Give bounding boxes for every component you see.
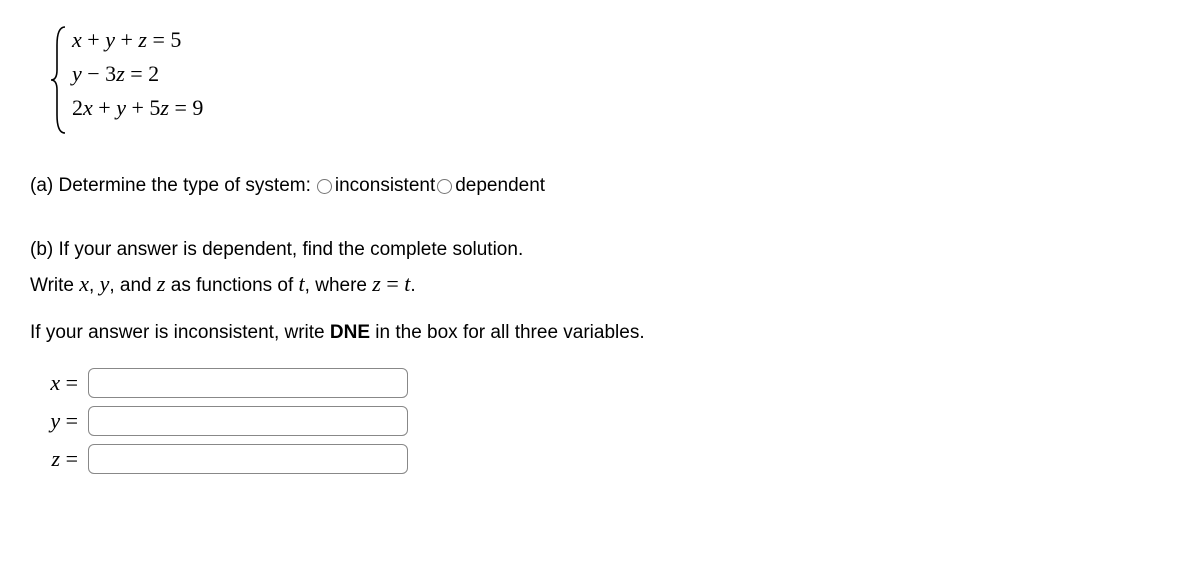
equation-3: 2x + y + 5z = 9 xyxy=(72,95,203,121)
equation-list: x + y + z = 5 y − 3z = 2 2x + y + 5z = 9 xyxy=(68,25,203,135)
inconsistent-note: If your answer is inconsistent, write DN… xyxy=(30,320,1170,346)
radio-inconsistent-label: inconsistent xyxy=(335,175,435,197)
part-b-line3: If your answer is inconsistent, write DN… xyxy=(30,320,1170,346)
radio-dependent[interactable]: dependent xyxy=(437,175,545,197)
part-b-line2: Write x, y, and z as functions of t, whe… xyxy=(30,269,1170,299)
part-a: (a) Determine the type of system: incons… xyxy=(30,175,1170,197)
equation-system: x + y + z = 5 y − 3z = 2 2x + y + 5z = 9 xyxy=(50,25,1170,135)
radio-inconsistent[interactable]: inconsistent xyxy=(317,175,435,197)
z-label: z = xyxy=(30,446,78,472)
zt-expr: z = t xyxy=(372,271,410,296)
part-b: (b) If your answer is dependent, find th… xyxy=(30,237,1170,298)
left-brace xyxy=(50,25,68,135)
part-b-line1: (b) If your answer is dependent, find th… xyxy=(30,237,1170,263)
y-label: y = xyxy=(30,408,78,434)
part-a-prompt: (a) Determine the type of system: xyxy=(30,175,311,197)
equation-1: x + y + z = 5 xyxy=(72,27,203,53)
x-input[interactable] xyxy=(88,368,408,398)
dne-text: DNE xyxy=(330,322,370,343)
y-input[interactable] xyxy=(88,406,408,436)
radio-group: inconsistent dependent xyxy=(317,175,545,197)
answer-block: x = y = z = xyxy=(30,368,1170,474)
z-input[interactable] xyxy=(88,444,408,474)
radio-dependent-input[interactable] xyxy=(437,179,452,194)
answer-row-y: y = xyxy=(30,406,1170,436)
radio-dependent-label: dependent xyxy=(455,175,545,197)
equation-2: y − 3z = 2 xyxy=(72,61,203,87)
x-label: x = xyxy=(30,370,78,396)
answer-row-x: x = xyxy=(30,368,1170,398)
radio-inconsistent-input[interactable] xyxy=(317,179,332,194)
answer-row-z: z = xyxy=(30,444,1170,474)
